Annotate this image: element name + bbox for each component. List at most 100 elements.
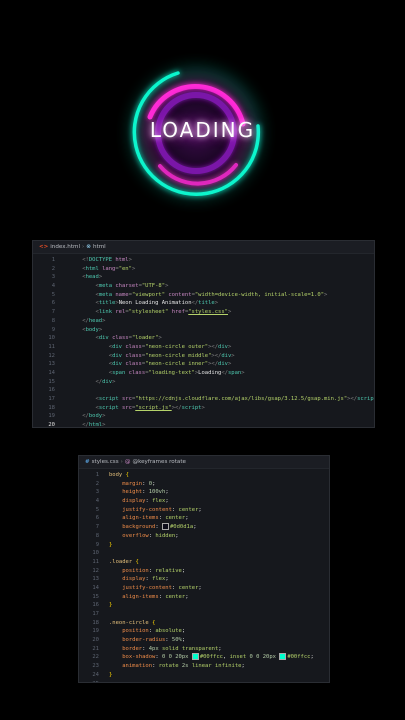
code-token: center: [178, 506, 199, 513]
code-line[interactable]: 17: [79, 610, 329, 619]
code-token: class: [125, 361, 142, 368]
code-token: div: [98, 335, 109, 342]
html-code-editor[interactable]: <> index.html › ⊗ html 1 <!DOCTYPE html>…: [32, 240, 375, 428]
code-line[interactable]: 8 </head>: [33, 317, 374, 326]
code-token: "UTF-8": [141, 283, 166, 290]
code-line[interactable]: 2 margin: 0;: [79, 480, 329, 489]
code-line[interactable]: 9}: [79, 541, 329, 550]
code-token: title: [198, 300, 215, 307]
css-code-editor[interactable]: # styles.css › @ @keyframes rotate 1 body…: [78, 455, 330, 683]
code-line[interactable]: 17 <script src="https://cdnjs.cloudflare…: [33, 395, 374, 404]
code-line[interactable]: 12 <div class="neon-circle middle"></div…: [33, 352, 374, 361]
code-line[interactable]: 5 <meta name="viewport" content="width=d…: [33, 291, 374, 300]
code-line[interactable]: 12 position: relative;: [79, 567, 329, 576]
code-line[interactable]: 1 <!DOCTYPE html>: [33, 256, 374, 265]
line-number: 21: [92, 645, 99, 652]
code-token: "stylesheet": [128, 309, 169, 316]
code-token: linear infinite: [191, 663, 242, 670]
code-token: ;: [185, 593, 189, 600]
code-token: display: [122, 576, 146, 583]
code-line[interactable]: 7 <link rel="stylesheet" href="styles.cs…: [33, 308, 374, 317]
line-number: 7: [51, 309, 55, 316]
code-line[interactable]: 10 <div class="loader">: [33, 334, 374, 343]
code-line[interactable]: 14 <span class="loading-text">Loading</s…: [33, 369, 374, 378]
line-number: 1: [51, 257, 55, 263]
code-line[interactable]: 1 body {: [79, 471, 329, 480]
code-line[interactable]: 22 box-shadow: 0 0 20px #00ffcc, inset 0…: [79, 653, 329, 662]
code-line[interactable]: 19 position: absolute;: [79, 627, 329, 636]
line-number: 11: [92, 558, 99, 565]
code-line[interactable]: 6 <title>Neon Loading Animation</title>: [33, 299, 374, 308]
breadcrumb-rule[interactable]: @keyframes rotate: [132, 456, 186, 468]
code-line[interactable]: 11 <div class="neon-circle outer"></div>: [33, 343, 374, 352]
neon-loader-graphic: [132, 70, 261, 196]
code-line[interactable]: 9 <body>: [33, 326, 374, 335]
code-token: ></: [171, 404, 182, 411]
code-token: class: [112, 335, 129, 342]
code-line[interactable]: 16}: [79, 601, 329, 610]
line-text: .loader {: [109, 558, 329, 567]
code-line[interactable]: 4 display: flex;: [79, 497, 329, 506]
code-line[interactable]: 14 justify-content: center;: [79, 584, 329, 593]
code-line[interactable]: 19 </body>: [33, 412, 374, 421]
breadcrumb-file[interactable]: styles.css: [92, 456, 119, 468]
code-line[interactable]: 16: [33, 386, 374, 395]
code-line[interactable]: 7 background: #0d0d1a;: [79, 523, 329, 532]
line-number: 9: [95, 541, 99, 548]
line-text: align-items: center;: [109, 514, 329, 523]
code-line[interactable]: 4 <meta charset="UTF-8">: [33, 282, 374, 291]
code-token: ></: [347, 396, 358, 402]
code-line[interactable]: 3 <head>: [33, 273, 374, 282]
code-area[interactable]: 1 body {2 margin: 0; 3 height: 100vh; 4 dis…: [79, 469, 329, 683]
code-token: >: [214, 300, 219, 307]
code-line[interactable]: 15 </div>: [33, 378, 374, 387]
code-token: align-items: [122, 593, 159, 600]
code-token: ;: [165, 489, 169, 496]
line-text: animation: rotate 2s linear infinite;: [109, 662, 329, 671]
line-number: 7: [95, 524, 99, 531]
breadcrumb-file[interactable]: index.html: [50, 241, 80, 253]
color-swatch[interactable]: [191, 653, 199, 661]
code-line[interactable]: 6 align-items: center;: [79, 514, 329, 523]
code-line[interactable]: 25: [79, 680, 329, 683]
line-text: <link rel="stylesheet" href="styles.css"…: [69, 308, 374, 317]
line-text: <head>: [69, 273, 374, 282]
code-line[interactable]: 10: [79, 549, 329, 558]
code-line[interactable]: 20 border-radius: 50%;: [79, 636, 329, 645]
code-token: content: [168, 291, 192, 298]
line-text: <div class="neon-circle middle"></div>: [69, 352, 374, 361]
code-line[interactable]: 13 <div class="neon-circle inner"></div>: [33, 360, 374, 369]
line-number: 9: [51, 326, 55, 333]
code-token: 50%: [171, 637, 182, 644]
code-token: "neon-circle outer": [145, 343, 209, 350]
code-line[interactable]: 18 .neon-circle {: [79, 619, 329, 628]
code-line[interactable]: 8 overflow: hidden;: [79, 532, 329, 541]
color-swatch[interactable]: [279, 653, 287, 661]
code-line[interactable]: 24}: [79, 671, 329, 680]
keyframes-icon: @: [124, 459, 131, 465]
code-line[interactable]: 13 display: flex;: [79, 575, 329, 584]
code-line[interactable]: 15 align-items: center;: [79, 593, 329, 602]
line-text: </body>: [69, 412, 374, 421]
code-token: position: [122, 567, 149, 574]
line-text: box-shadow: 0 0 20px #00ffcc, inset 0 0 …: [109, 653, 329, 662]
code-token: "https://cdnjs.cloudflare.com/ajax/libs/…: [135, 396, 348, 402]
code-area[interactable]: 1 <!DOCTYPE html> 2 <html lang="en"> 3 <he…: [33, 254, 374, 427]
code-line[interactable]: 21 border: 4px solid transparent;: [79, 645, 329, 654]
breadcrumb-element[interactable]: html: [93, 241, 106, 253]
code-token: >: [324, 291, 328, 298]
code-token: ></: [211, 352, 222, 359]
code-line[interactable]: 11 .loader {: [79, 558, 329, 567]
code-line[interactable]: 5 justify-content: center;: [79, 506, 329, 515]
code-token: 4px: [148, 645, 159, 652]
code-line[interactable]: 23 animation: rotate 2s linear infinite;: [79, 662, 329, 671]
code-line[interactable]: 20 </html>: [33, 421, 374, 427]
line-text: justify-content: center;: [109, 506, 329, 515]
code-token: center: [165, 593, 186, 600]
code-line[interactable]: 18 <script src="script.js"></script>: [33, 404, 374, 413]
chevron-right-icon: ›: [82, 244, 85, 250]
code-line[interactable]: 3 height: 100vh;: [79, 488, 329, 497]
code-token: ;: [241, 663, 245, 670]
code-line[interactable]: 2 <html lang="en">: [33, 265, 374, 274]
color-swatch[interactable]: [162, 523, 169, 531]
